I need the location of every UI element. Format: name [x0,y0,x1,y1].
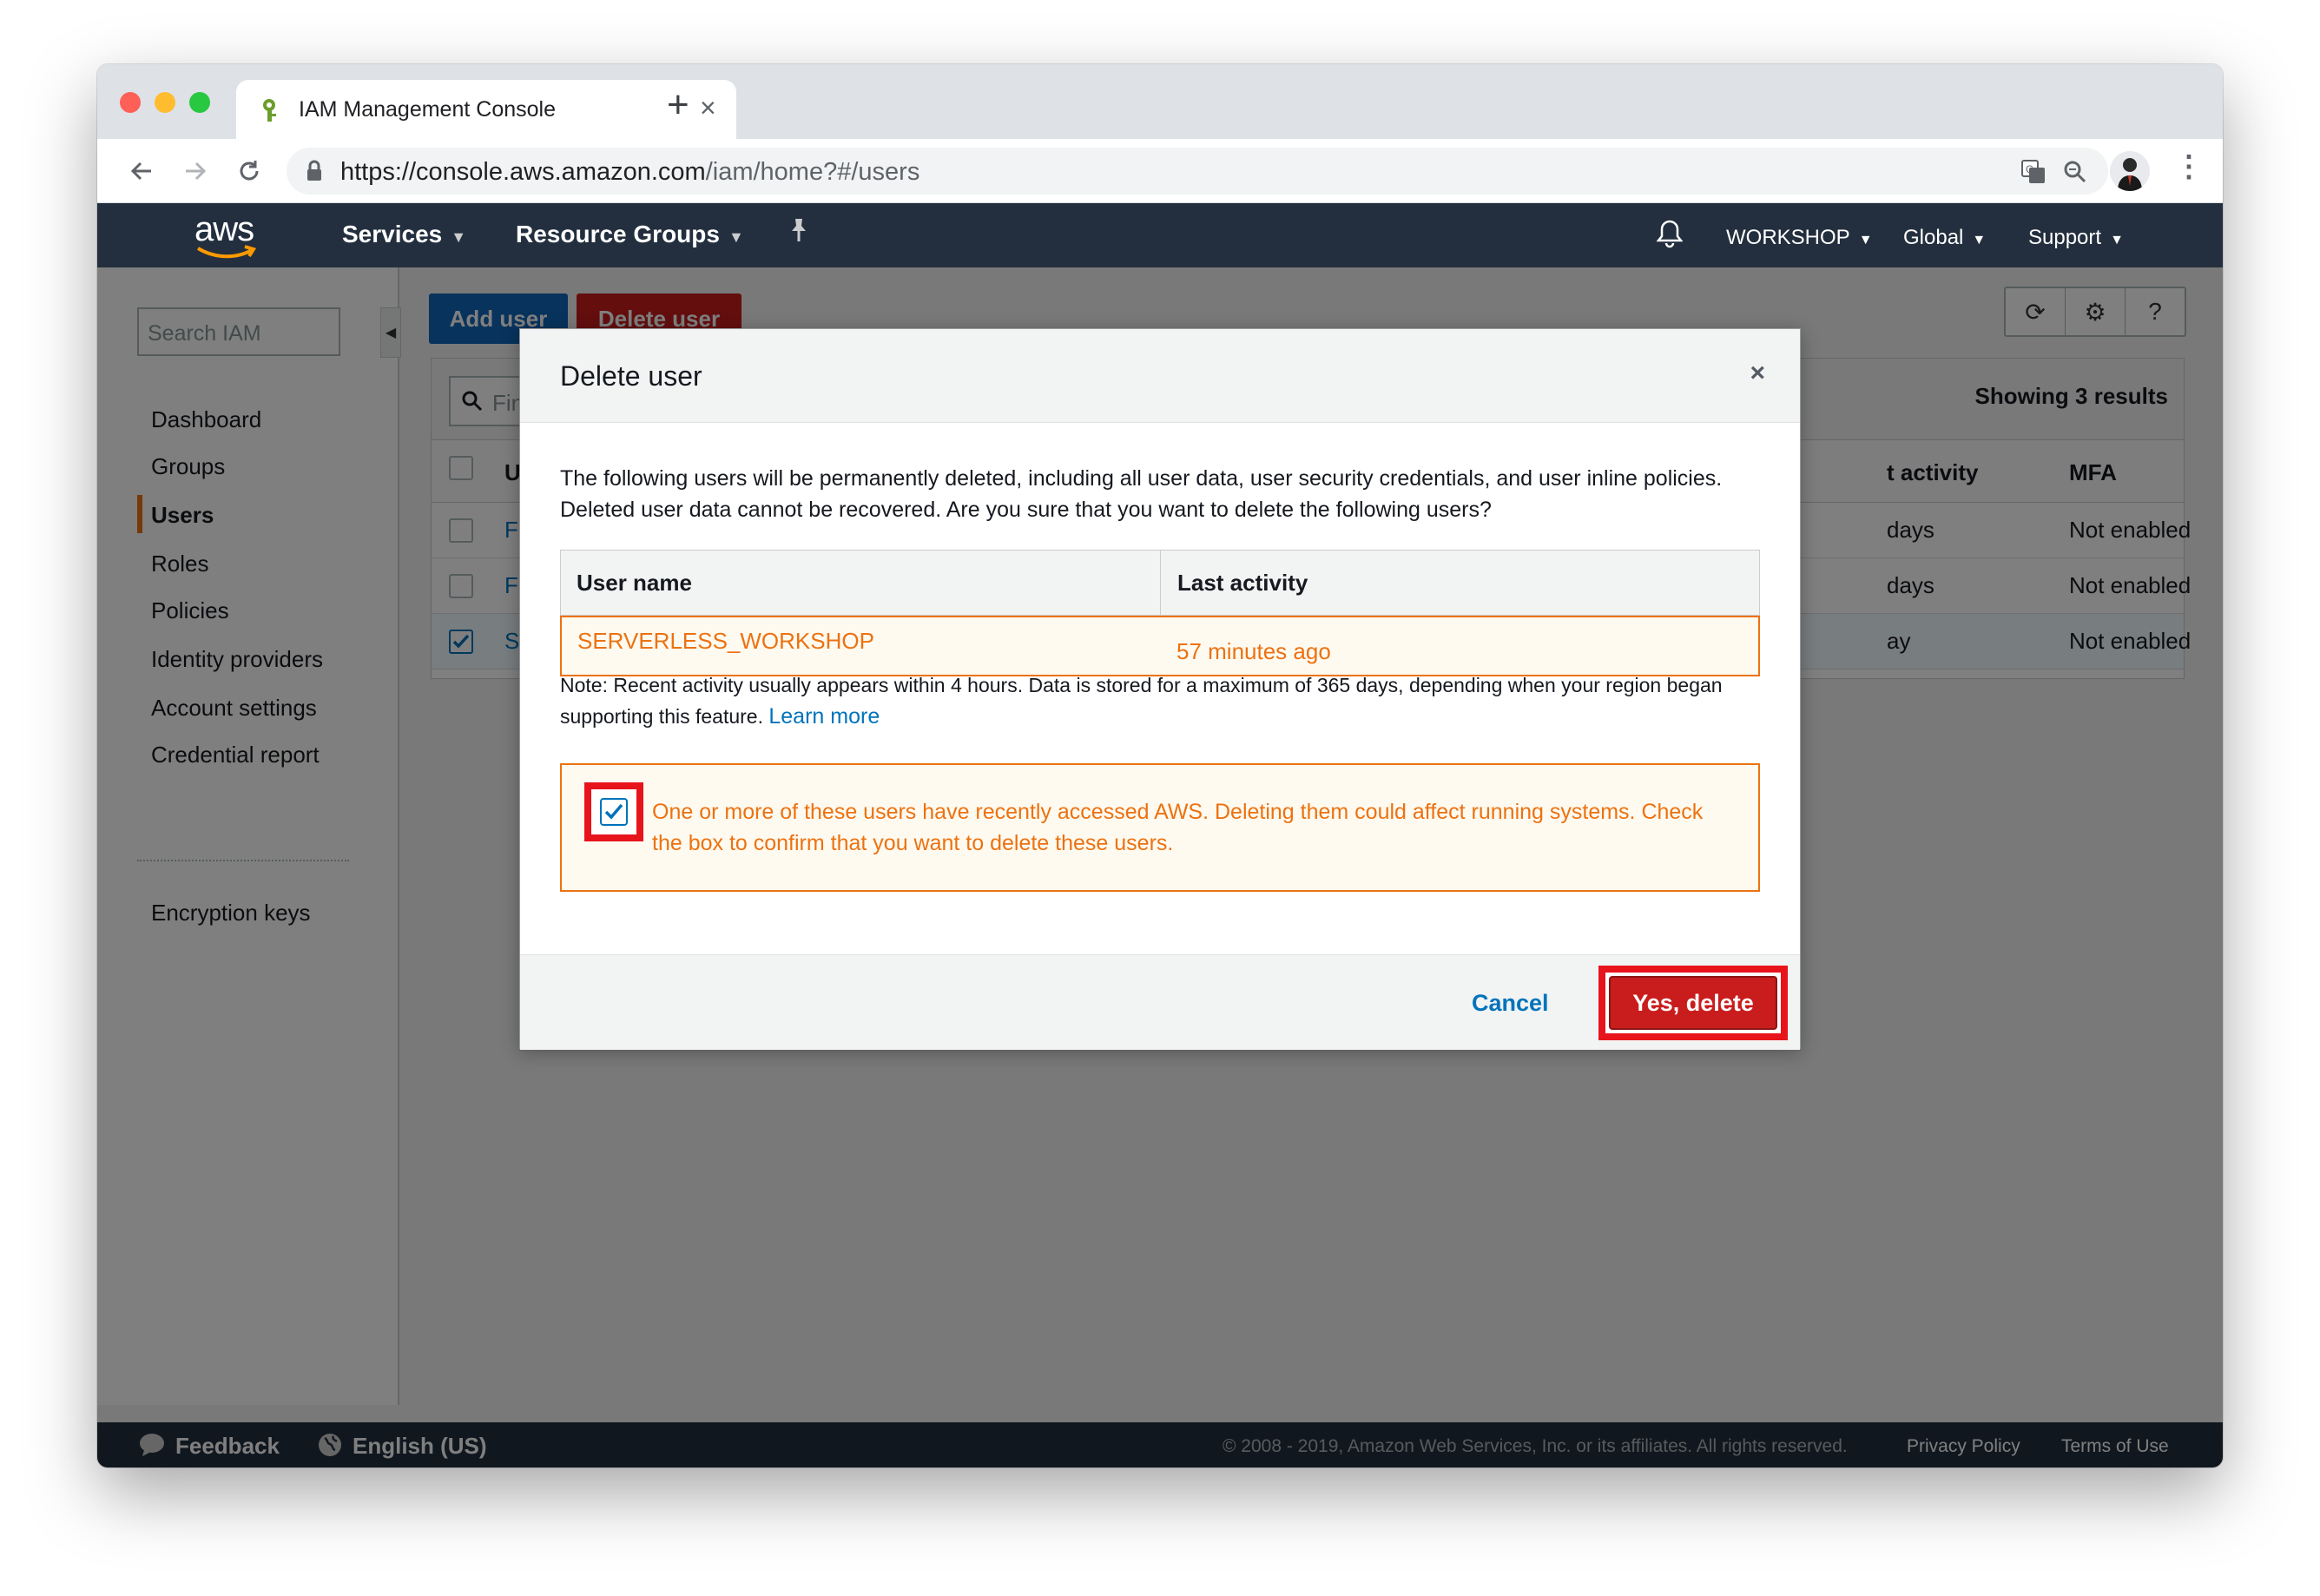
delete-user-dialog: Delete user × The following users will b… [519,328,1801,1050]
close-icon[interactable]: × [1750,359,1765,388]
notification-bell-icon[interactable] [1656,219,1684,253]
col-last-activity: Last activity [1177,570,1308,596]
profile-avatar[interactable] [2110,151,2150,191]
iam-favicon-icon [263,99,276,122]
translate-icon[interactable]: G [2016,155,2051,189]
browser-menu-icon[interactable]: ⋮ [2174,149,2204,184]
address-bar[interactable]: https://console.aws.amazon.com/iam/home?… [287,148,2144,195]
last-activity-cell: 57 minutes ago [1176,638,1331,664]
confirm-checkbox[interactable] [600,798,628,826]
col-user-name: User name [577,570,692,596]
dialog-title: Delete user [560,360,702,392]
tab-close-icon[interactable]: × [700,92,716,124]
region-menu[interactable]: Global ▼ [1903,226,1986,250]
aws-navbar: aws Services ▼ Resource Groups ▼ WORKSHOP ▼… [97,203,2223,267]
user-name-cell: SERVERLESS_WORKSHOP [577,628,874,654]
svg-text:G: G [2026,163,2033,175]
dialog-table-header: User name Last activity [560,550,1760,616]
forward-arrow-icon[interactable] [174,149,217,193]
dialog-message: The following users will be permanently … [560,466,1723,522]
resource-groups-menu[interactable]: Resource Groups ▼ [516,221,744,248]
zoom-icon[interactable] [2058,155,2093,189]
tab-strip: IAM Management Console × + [97,64,2223,139]
users-to-delete-table: User name Last activity SERVERLESS_WORKS… [560,550,1760,676]
tab-title: IAM Management Console [299,97,556,122]
learn-more-link[interactable]: Learn more [768,704,880,729]
browser-window: IAM Management Console × + https://conso… [97,64,2223,1467]
reload-icon[interactable] [227,149,271,193]
dialog-header: Delete user × [520,329,1800,423]
account-menu[interactable]: WORKSHOP ▼ [1726,226,1873,250]
confirm-button-highlight: Yes, delete [1598,966,1788,1040]
lock-icon [307,160,321,181]
support-menu[interactable]: Support ▼ [2028,226,2124,250]
services-menu[interactable]: Services ▼ [342,221,466,248]
yes-delete-button[interactable]: Yes, delete [1609,976,1777,1030]
confirm-warning-box: One or more of these users have recently… [560,763,1760,892]
aws-logo[interactable]: aws [191,210,260,261]
dialog-footer: Cancel Yes, delete [520,954,1800,1050]
checkbox-highlight [584,782,643,841]
warning-text: One or more of these users have recently… [652,800,1704,855]
minimize-window-button[interactable] [155,92,175,113]
cancel-button[interactable]: Cancel [1472,990,1549,1017]
close-window-button[interactable] [120,92,141,113]
dialog-table-row: SERVERLESS_WORKSHOP 57 minutes ago [560,616,1760,676]
pin-icon[interactable] [788,217,809,249]
url-text: https://console.aws.amazon.com/iam/home?… [340,158,920,186]
browser-toolbar: https://console.aws.amazon.com/iam/home?… [97,139,2223,203]
activity-note: Note: Recent activity usually appears wi… [560,674,1723,729]
maximize-window-button[interactable] [189,92,210,113]
browser-tab[interactable]: IAM Management Console × [236,80,736,139]
back-arrow-icon[interactable] [120,149,163,193]
new-tab-icon[interactable]: + [667,83,689,127]
